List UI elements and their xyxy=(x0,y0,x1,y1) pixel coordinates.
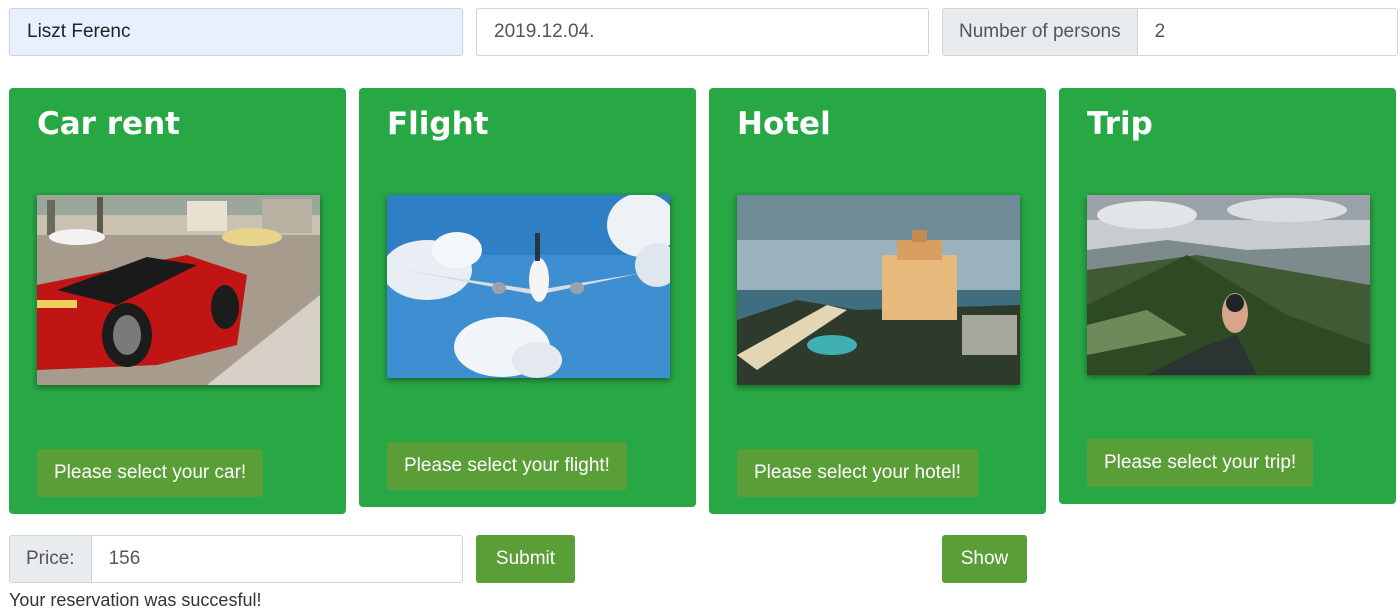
submit-button[interactable]: Submit xyxy=(476,535,575,583)
price-input-group: Price: 156 xyxy=(9,535,463,583)
beach-hotel-image xyxy=(737,195,1020,385)
status-message: Your reservation was succesful! xyxy=(9,590,262,610)
show-button[interactable]: Show xyxy=(942,535,1027,583)
price-input[interactable]: 156 xyxy=(91,535,463,583)
name-input-value: Liszt Ferenc xyxy=(27,21,131,42)
persons-input-group: Number of persons 2 xyxy=(942,8,1398,56)
card-car-rent: Car rent Please select your car! xyxy=(9,88,346,514)
select-hotel-button-label: Please select your hotel! xyxy=(754,462,962,483)
airplane-in-sky-image xyxy=(387,195,670,378)
select-trip-button[interactable]: Please select your trip! xyxy=(1087,439,1314,487)
date-input-value: 2019.12.04. xyxy=(494,21,595,42)
persons-input-value: 2 xyxy=(1154,21,1166,42)
persons-input[interactable]: 2 xyxy=(1137,8,1398,56)
card-title: Car rent xyxy=(37,106,180,142)
select-hotel-button[interactable]: Please select your hotel! xyxy=(737,449,979,497)
select-flight-button-label: Please select your flight! xyxy=(404,455,610,476)
submit-button-label: Submit xyxy=(495,548,556,569)
select-car-button[interactable]: Please select your car! xyxy=(37,449,264,497)
red-convertible-car-image xyxy=(37,195,320,385)
show-button-label: Show xyxy=(960,548,1009,569)
card-title: Trip xyxy=(1087,106,1153,142)
card-hotel: Hotel Please select your hotel! xyxy=(709,88,1046,514)
mountain-compass-image xyxy=(1087,195,1370,375)
select-flight-button[interactable]: Please select your flight! xyxy=(387,442,627,490)
card-title: Hotel xyxy=(737,106,831,142)
name-input[interactable]: Liszt Ferenc xyxy=(9,8,463,56)
price-input-value: 156 xyxy=(108,548,141,569)
select-trip-button-label: Please select your trip! xyxy=(1104,452,1297,473)
price-label: Price: xyxy=(9,535,92,583)
card-trip: Trip Please select your trip! xyxy=(1059,88,1396,504)
card-title: Flight xyxy=(387,106,489,142)
persons-label: Number of persons xyxy=(942,8,1138,56)
date-input[interactable]: 2019.12.04. xyxy=(476,8,929,56)
select-car-button-label: Please select your car! xyxy=(54,462,247,483)
card-flight: Flight Please select your flight! xyxy=(359,88,696,507)
